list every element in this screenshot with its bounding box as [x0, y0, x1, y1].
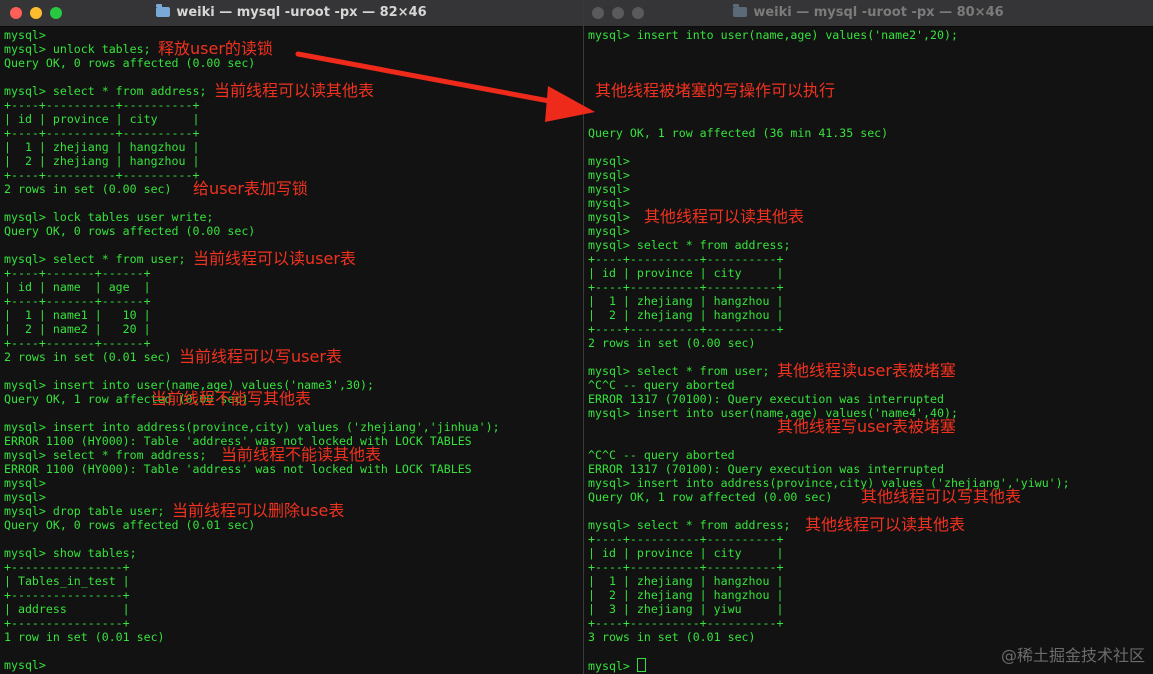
terminal-line: | 3 | zhejiang | yiwu |	[588, 602, 784, 616]
terminal-line: +----+----------+----------+	[588, 532, 784, 546]
terminal-line: mysql>	[4, 658, 46, 672]
terminal-line: mysql> insert into user(name,age) values…	[588, 28, 958, 42]
window-title: weiki — mysql -uroot -px — 80×46	[584, 0, 1153, 26]
terminal-line: | 2 | zhejiang | hangzhou |	[588, 588, 784, 602]
terminal-line: mysql> unlock tables;	[4, 42, 151, 56]
terminal-line: mysql>	[588, 658, 646, 673]
terminal-line: mysql>	[588, 168, 630, 182]
terminal-line: +----+----------+----------+	[588, 616, 784, 630]
terminal-line: | 1 | zhejiang | hangzhou |	[4, 140, 200, 154]
annotation-label: 当前线程不能读其他表	[221, 445, 382, 464]
annotation-label: 当前线程可以删除use表	[172, 501, 345, 520]
terminal-line: +----------------+	[4, 560, 130, 574]
terminal-line: | 2 | zhejiang | hangzhou |	[4, 154, 200, 168]
terminal-line: Query OK, 0 rows affected (0.00 sec)	[4, 224, 256, 238]
window-title-text: weiki — mysql -uroot -px — 80×46	[753, 5, 1004, 20]
terminal-line: mysql> select * from address;	[588, 518, 791, 532]
terminal-line: | id | province | city |	[588, 546, 784, 560]
terminal-line: mysql> select * from address;	[588, 238, 791, 252]
terminal-line: Query OK, 1 row affected (36 min 41.35 s…	[588, 126, 889, 140]
terminal-line: 2 rows in set (0.00 sec)	[4, 182, 172, 196]
terminal-line: mysql>	[4, 28, 46, 42]
terminal-line: | id | province | city |	[588, 266, 784, 280]
terminal-line: mysql>	[4, 476, 46, 490]
terminal-line: mysql> select * from user;	[588, 364, 770, 378]
terminal-line: mysql> lock tables user write;	[4, 210, 214, 224]
watermark: @稀土掘金技术社区	[1000, 646, 1145, 665]
terminal-line: 3 rows in set (0.01 sec)	[588, 630, 756, 644]
annotation-label: 其他线程可以读其他表	[644, 207, 805, 226]
terminal-line: mysql>	[588, 154, 630, 168]
terminal-line: mysql>	[588, 182, 630, 196]
terminal-line: 1 row in set (0.01 sec)	[4, 630, 165, 644]
terminal-line: mysql> show tables;	[4, 546, 137, 560]
terminal-line: +----------------+	[4, 616, 130, 630]
terminal-line: | Tables_in_test |	[4, 574, 130, 588]
terminal-line: | 2 | zhejiang | hangzhou |	[588, 308, 784, 322]
annotation-label: 其他线程可以读其他表	[805, 515, 966, 534]
annotation-label: 当前线程可以读user表	[193, 249, 356, 268]
terminal-line: | id | province | city |	[4, 112, 200, 126]
terminal-line: mysql> drop table user;	[4, 504, 165, 518]
terminal-line: +----+-------+------+	[4, 336, 151, 350]
text-cursor	[636, 658, 646, 672]
left-titlebar[interactable]: weiki — mysql -uroot -px — 82×46	[0, 0, 583, 27]
terminal-line: +----+-------+------+	[4, 294, 151, 308]
terminal-line: Query OK, 1 row affected (0.00 sec)	[588, 490, 833, 504]
terminal-line: | 2 | name2 | 20 |	[4, 322, 151, 336]
terminal-line: | 1 | zhejiang | hangzhou |	[588, 574, 784, 588]
annotation-label: 当前线程不能写其他表	[151, 389, 312, 408]
terminal-line: | address |	[4, 602, 130, 616]
right-terminal-window[interactable]: weiki — mysql -uroot -px — 80×46 mysql> …	[584, 0, 1153, 674]
terminal-line: ERROR 1317 (70100): Query execution was …	[588, 462, 944, 476]
terminal-line: mysql>	[588, 224, 630, 238]
window-title: weiki — mysql -uroot -px — 82×46	[0, 0, 583, 26]
terminal-line: +----+----------+----------+	[588, 252, 784, 266]
terminal-line: mysql> select * from user;	[4, 252, 186, 266]
terminal-line: +----+----------+----------+	[4, 168, 200, 182]
folder-icon	[156, 4, 171, 17]
terminal-line: mysql>	[588, 210, 630, 224]
terminal-line: +----+----------+----------+	[4, 126, 200, 140]
annotation-label: 其他线程写user表被堵塞	[777, 417, 956, 436]
terminal-line: | 1 | name1 | 10 |	[4, 308, 151, 322]
terminal-line: mysql> insert into address(province,city…	[4, 420, 500, 434]
annotation-label: 其他线程读user表被堵塞	[777, 361, 956, 380]
terminal-line: mysql> select * from address;	[4, 448, 207, 462]
window-title-text: weiki — mysql -uroot -px — 82×46	[176, 5, 427, 20]
terminal-line: mysql>	[4, 490, 46, 504]
terminal-line: mysql>	[588, 196, 630, 210]
terminal-line: mysql> select * from address;	[4, 84, 207, 98]
left-terminal-window[interactable]: weiki — mysql -uroot -px — 82×46 mysql> m…	[0, 0, 583, 674]
annotation-label: 当前线程可以写user表	[179, 347, 342, 366]
terminal-line: | id | name | age |	[4, 280, 151, 294]
terminal-line: +----+----------+----------+	[4, 98, 200, 112]
terminal-line: | 1 | zhejiang | hangzhou |	[588, 294, 784, 308]
terminal-line: 2 rows in set (0.01 sec)	[4, 350, 172, 364]
terminal-line: ERROR 1317 (70100): Query execution was …	[588, 392, 944, 406]
folder-icon	[733, 4, 748, 17]
terminal-line: ^C^C -- query aborted	[588, 378, 735, 392]
annotation-label: 释放user的读锁	[158, 39, 273, 58]
terminal-line: +----+-------+------+	[4, 266, 151, 280]
annotation-label: 其他线程被堵塞的写操作可以执行	[595, 81, 836, 100]
terminal-line: ^C^C -- query aborted	[588, 448, 735, 462]
terminal-line: 2 rows in set (0.00 sec)	[588, 336, 756, 350]
right-titlebar[interactable]: weiki — mysql -uroot -px — 80×46	[584, 0, 1153, 27]
terminal-line: +----+----------+----------+	[588, 560, 784, 574]
terminal-line: +----------------+	[4, 588, 130, 602]
annotation-label: 给user表加写锁	[193, 179, 308, 198]
terminal-line: +----+----------+----------+	[588, 322, 784, 336]
terminal-line: +----+----------+----------+	[588, 280, 784, 294]
annotation-label: 其他线程可以写其他表	[861, 487, 1022, 506]
annotation-label: 当前线程可以读其他表	[214, 81, 375, 100]
